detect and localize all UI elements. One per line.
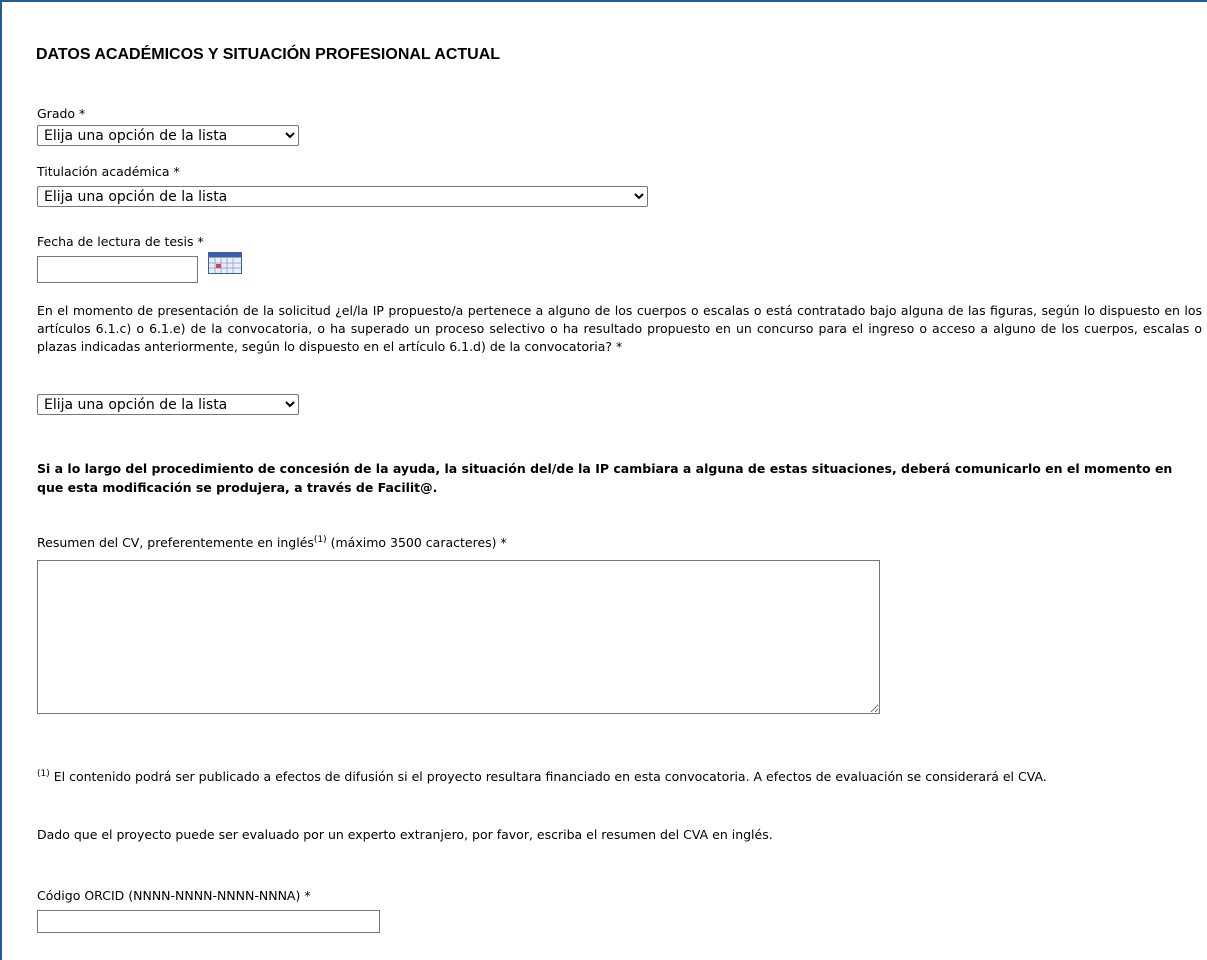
frame-left-border — [0, 0, 2, 960]
pertenencia-question: En el momento de presentación de la soli… — [37, 303, 1202, 354]
orcid-label: Código ORCID (NNNN-NNNN-NNNN-NNNA) * — [37, 888, 311, 903]
pertenencia-select[interactable]: Elija una opción de la lista — [37, 394, 299, 415]
nota-footnote: (1) El contenido podrá ser publicado a e… — [37, 767, 1202, 786]
nota-ingles-text: Dado que el proyecto puede ser evaluado … — [37, 827, 773, 842]
aviso-text: Si a lo largo del procedimiento de conce… — [37, 461, 1173, 495]
resumen-cv-label: Resumen del CV, preferentemente en inglé… — [37, 535, 507, 550]
grado-label: Grado * — [37, 106, 86, 121]
titulacion-label: Titulación académica * — [37, 164, 180, 179]
nota-footnote-text: El contenido podrá ser publicado a efect… — [49, 769, 1047, 784]
grado-select[interactable]: Elija una opción de la lista — [37, 125, 299, 146]
calendar-icon[interactable] — [208, 252, 242, 274]
fecha-tesis-label: Fecha de lectura de tesis * — [37, 234, 204, 249]
form-frame: DATOS ACADÉMICOS Y SITUACIÓN PROFESIONAL… — [0, 0, 1207, 960]
frame-top-border — [0, 0, 1207, 2]
nota-footnote-marker: (1) — [37, 768, 50, 779]
fecha-tesis-input[interactable] — [37, 256, 198, 283]
resumen-cv-textarea[interactable] — [37, 560, 880, 714]
resumen-cv-footnote-ref: (1) — [313, 534, 327, 545]
section-title: DATOS ACADÉMICOS Y SITUACIÓN PROFESIONAL… — [36, 46, 501, 63]
resumen-cv-label-prefix: Resumen del CV, preferentemente en inglé… — [37, 535, 314, 550]
resumen-cv-label-suffix: (máximo 3500 caracteres) * — [326, 535, 507, 550]
titulacion-select[interactable]: Elija una opción de la lista — [37, 186, 648, 207]
orcid-input[interactable] — [37, 910, 380, 933]
